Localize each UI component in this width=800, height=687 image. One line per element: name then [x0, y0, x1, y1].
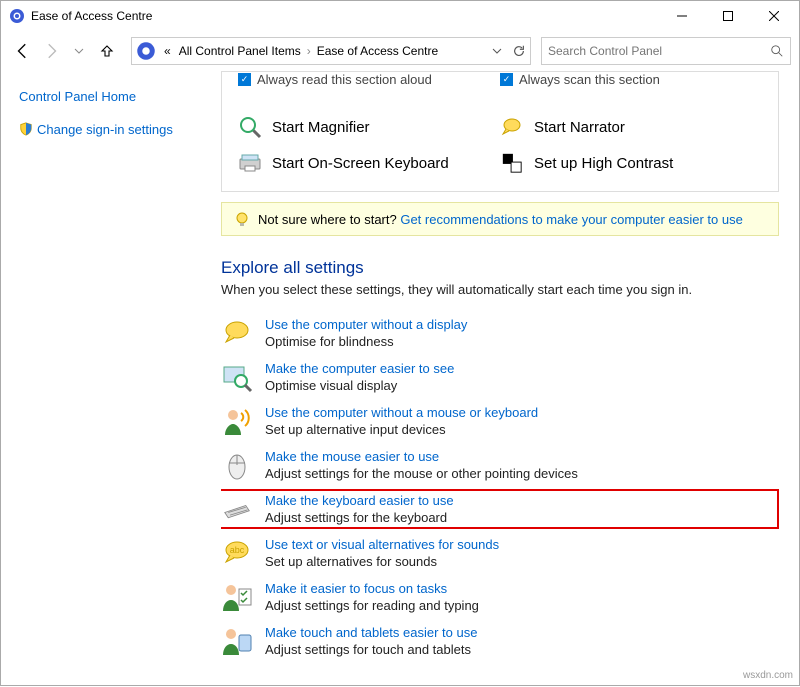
scan-section-checkbox[interactable]: ✓Always scan this section: [500, 72, 762, 87]
quick-access-box: ✓Always read this section aloud ✓Always …: [221, 71, 779, 192]
setting-mouse-easier: Make the mouse easier to useAdjust setti…: [221, 443, 779, 487]
person-tablet-icon: [221, 625, 253, 657]
minimize-button[interactable]: [659, 1, 705, 31]
window-title: Ease of Access Centre: [31, 9, 659, 23]
titlebar: Ease of Access Centre: [1, 1, 799, 31]
setting-without-display: Use the computer without a displayOptimi…: [221, 311, 779, 355]
setting-sound-alternatives: abc Use text or visual alternatives for …: [221, 531, 779, 575]
shield-icon: [19, 122, 33, 136]
magnifier-icon: [238, 115, 262, 139]
address-bar[interactable]: « All Control Panel Items › Ease of Acce…: [131, 37, 531, 65]
search-input[interactable]: [548, 44, 770, 58]
chevron-right-icon[interactable]: ›: [305, 44, 313, 58]
maximize-button[interactable]: [705, 1, 751, 31]
link-keyboard-easier[interactable]: Make the keyboard easier to use: [265, 493, 454, 508]
link-easier-to-see[interactable]: Make the computer easier to see: [265, 361, 454, 376]
setting-touch-tablet: Make touch and tablets easier to useAdju…: [221, 619, 779, 663]
sidebar-signin-link[interactable]: Change sign-in settings: [19, 122, 221, 137]
sidebar-home-link[interactable]: Control Panel Home: [19, 89, 221, 104]
link-without-mouse-kb[interactable]: Use the computer without a mouse or keyb…: [265, 405, 538, 420]
person-speak-icon: [221, 405, 253, 437]
link-sound-alternatives[interactable]: Use text or visual alternatives for soun…: [265, 537, 499, 552]
crumb-overflow[interactable]: «: [160, 44, 175, 58]
app-icon: [9, 8, 25, 24]
forward-button[interactable]: [37, 37, 65, 65]
link-focus-tasks[interactable]: Make it easier to focus on tasks: [265, 581, 479, 596]
speech-bubble-icon: [221, 317, 253, 349]
start-osk[interactable]: Start On-Screen Keyboard: [238, 151, 500, 175]
crumb-all[interactable]: All Control Panel Items: [175, 44, 305, 58]
keyboard-printer-icon: [238, 151, 262, 175]
link-touch-tablet[interactable]: Make touch and tablets easier to use: [265, 625, 477, 640]
display-magnifier-icon: [221, 361, 253, 393]
address-icon: [136, 41, 156, 61]
up-button[interactable]: [93, 37, 121, 65]
explore-sub: When you select these settings, they wil…: [221, 282, 779, 297]
sidebar: Control Panel Home Change sign-in settin…: [1, 71, 221, 687]
setting-without-mouse-kb: Use the computer without a mouse or keyb…: [221, 399, 779, 443]
search-icon: [770, 44, 784, 58]
read-aloud-checkbox[interactable]: ✓Always read this section aloud: [238, 72, 500, 87]
recommendation-bar: Not sure where to start? Get recommendat…: [221, 202, 779, 236]
sound-bubble-icon: abc: [221, 537, 253, 569]
mouse-icon: [221, 449, 253, 481]
setting-easier-to-see: Make the computer easier to seeOptimise …: [221, 355, 779, 399]
start-narrator[interactable]: Start Narrator: [500, 115, 762, 139]
setting-focus-tasks: Make it easier to focus on tasksAdjust s…: [221, 575, 779, 619]
person-checklist-icon: [221, 581, 253, 613]
explore-heading: Explore all settings: [221, 258, 779, 278]
navbar: « All Control Panel Items › Ease of Acce…: [1, 31, 799, 71]
setup-high-contrast[interactable]: Set up High Contrast: [500, 151, 762, 175]
svg-text:abc: abc: [230, 545, 245, 555]
setting-keyboard-easier: Make the keyboard easier to useAdjust se…: [221, 489, 779, 529]
back-button[interactable]: [9, 37, 37, 65]
narrator-icon: [500, 115, 524, 139]
link-mouse-easier[interactable]: Make the mouse easier to use: [265, 449, 578, 464]
address-dropdown[interactable]: [492, 46, 502, 56]
crumb-current[interactable]: Ease of Access Centre: [313, 44, 442, 58]
close-button[interactable]: [751, 1, 797, 31]
recommendation-link[interactable]: Get recommendations to make your compute…: [400, 212, 743, 227]
lightbulb-icon: [234, 211, 250, 227]
search-box[interactable]: [541, 37, 791, 65]
high-contrast-icon: [500, 151, 524, 175]
refresh-button[interactable]: [512, 44, 526, 58]
recent-dropdown[interactable]: [65, 37, 93, 65]
start-magnifier[interactable]: Start Magnifier: [238, 115, 500, 139]
keyboard-icon: [221, 493, 253, 525]
link-without-display[interactable]: Use the computer without a display: [265, 317, 467, 332]
main-content: ✓Always read this section aloud ✓Always …: [221, 71, 799, 687]
watermark: wsxdn.com: [743, 670, 793, 681]
